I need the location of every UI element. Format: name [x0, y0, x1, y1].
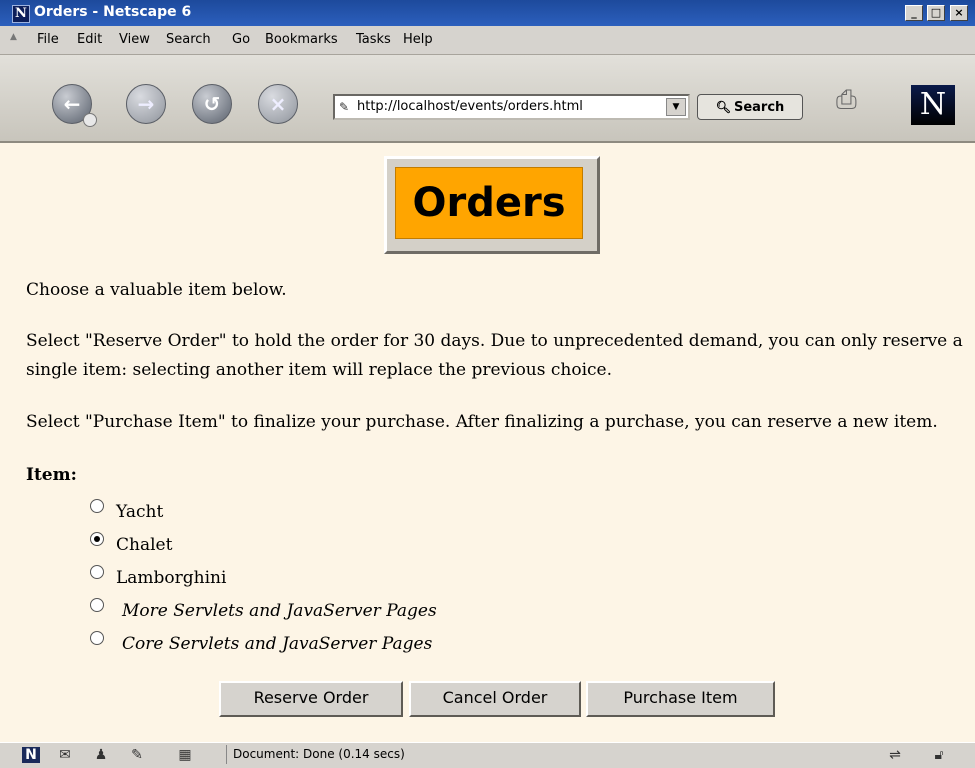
minimize-button[interactable]: _ [905, 5, 923, 21]
option-label[interactable]: Lamborghini [116, 568, 226, 588]
url-field[interactable]: ✎ http://localhost/events/orders.html ▼ [333, 94, 690, 120]
page-title: Orders [395, 167, 583, 239]
page-content: Orders Choose a valuable item below. Sel… [0, 143, 975, 742]
forward-icon[interactable]: → [126, 84, 166, 124]
composer-icon[interactable]: ✎ [128, 747, 146, 763]
netscape-icon[interactable]: N [22, 747, 40, 763]
radio-core-servlets[interactable] [90, 631, 104, 645]
search-button[interactable]: 🔍︎ Search [697, 94, 803, 120]
maximize-button[interactable]: □ [927, 5, 945, 21]
reserve-instructions: Select "Reserve Order" to hold the order… [26, 331, 963, 380]
menu-help[interactable]: Help [403, 32, 433, 47]
option-label[interactable]: Yacht [116, 502, 163, 522]
menu-tasks[interactable]: Tasks [356, 32, 391, 47]
navigation-toolbar: ← → ↺ × ✎ http://localhost/events/orders… [0, 55, 975, 143]
menu-view[interactable]: View [119, 32, 150, 47]
status-bar: N ✉ ♟ ✎ ▦ Document: Done (0.14 secs) ⇌ 🔓… [0, 742, 975, 768]
search-icon: 🔍︎ [715, 100, 731, 114]
dropdown-indicator-icon[interactable] [83, 113, 97, 127]
title-bar: N Orders - Netscape 6 _ □ × [0, 0, 975, 26]
option-label[interactable]: More Servlets and JavaServer Pages [122, 601, 437, 621]
mail-icon[interactable]: ✉ [56, 747, 74, 763]
option-label[interactable]: Core Servlets and JavaServer Pages [122, 634, 432, 654]
address-book-icon[interactable]: ▦ [176, 747, 194, 763]
option-label[interactable]: Chalet [116, 535, 172, 555]
reload-icon[interactable]: ↺ [192, 84, 232, 124]
purchase-item-button[interactable]: Purchase Item [586, 681, 775, 717]
netscape-brand-logo[interactable]: N [911, 85, 955, 125]
url-text[interactable]: http://localhost/events/orders.html [357, 96, 583, 118]
menu-bookmarks[interactable]: Bookmarks [265, 32, 338, 47]
menu-go[interactable]: Go [232, 32, 250, 47]
page-icon: ✎ [339, 100, 350, 114]
radio-yacht[interactable] [90, 499, 104, 513]
item-label: Item: [26, 465, 77, 485]
url-dropdown-icon[interactable]: ▼ [666, 98, 686, 116]
radio-lamborghini[interactable] [90, 565, 104, 579]
menu-edit[interactable]: Edit [77, 32, 102, 47]
search-button-label: Search [733, 100, 785, 115]
online-connection-icon[interactable]: ⇌ [880, 747, 910, 763]
cancel-order-button[interactable]: Cancel Order [409, 681, 581, 717]
back-icon[interactable]: ← [52, 84, 97, 127]
menu-search[interactable]: Search [166, 32, 211, 47]
window-title: Orders - Netscape 6 [34, 4, 192, 20]
reserve-order-button[interactable]: Reserve Order [219, 681, 403, 717]
security-lock-icon[interactable]: 🔓︎ [930, 747, 948, 763]
close-button[interactable]: × [950, 5, 968, 21]
radio-more-servlets[interactable] [90, 598, 104, 612]
grip-icon[interactable]: ▲ [10, 32, 17, 46]
stop-icon[interactable]: × [258, 84, 298, 124]
radio-chalet[interactable] [90, 532, 104, 546]
orders-banner: Orders [384, 156, 600, 254]
intro-text: Choose a valuable item below. [26, 280, 287, 300]
menu-file[interactable]: File [37, 32, 59, 47]
instant-message-icon[interactable]: ♟ [92, 747, 110, 763]
netscape-logo-icon: N [12, 5, 30, 23]
menu-bar: ▲ File Edit View Search Go Bookmarks Tas… [0, 26, 975, 55]
print-icon[interactable]: ⎙ [836, 85, 888, 121]
status-text: Document: Done (0.14 secs) [226, 745, 873, 764]
purchase-instructions: Select "Purchase Item" to finalize your … [26, 412, 938, 432]
